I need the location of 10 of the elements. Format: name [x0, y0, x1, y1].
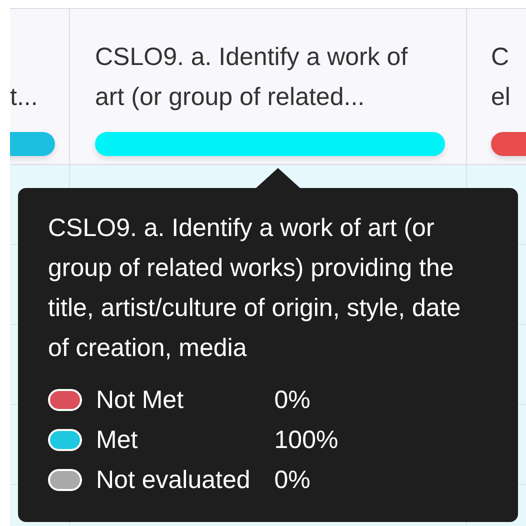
column-heading: C el — [491, 42, 512, 113]
legend-value: 0% — [273, 385, 312, 416]
column-heading: t... — [10, 82, 39, 113]
legend-value: 100% — [273, 425, 340, 456]
tooltip-title: CSLO9. a. Identify a work of art (or group of related works) providing the title, artist/culture of origin, style, date of creation, media — [48, 213, 462, 364]
legend-label: Not evaluated — [96, 465, 250, 496]
column-heading: CSLO9. a. Identify a work of art (or group of related... — [95, 42, 409, 113]
legend-label: Met — [96, 425, 139, 456]
legend-label: Not Met — [96, 385, 185, 416]
legend-value: 0% — [273, 465, 312, 496]
